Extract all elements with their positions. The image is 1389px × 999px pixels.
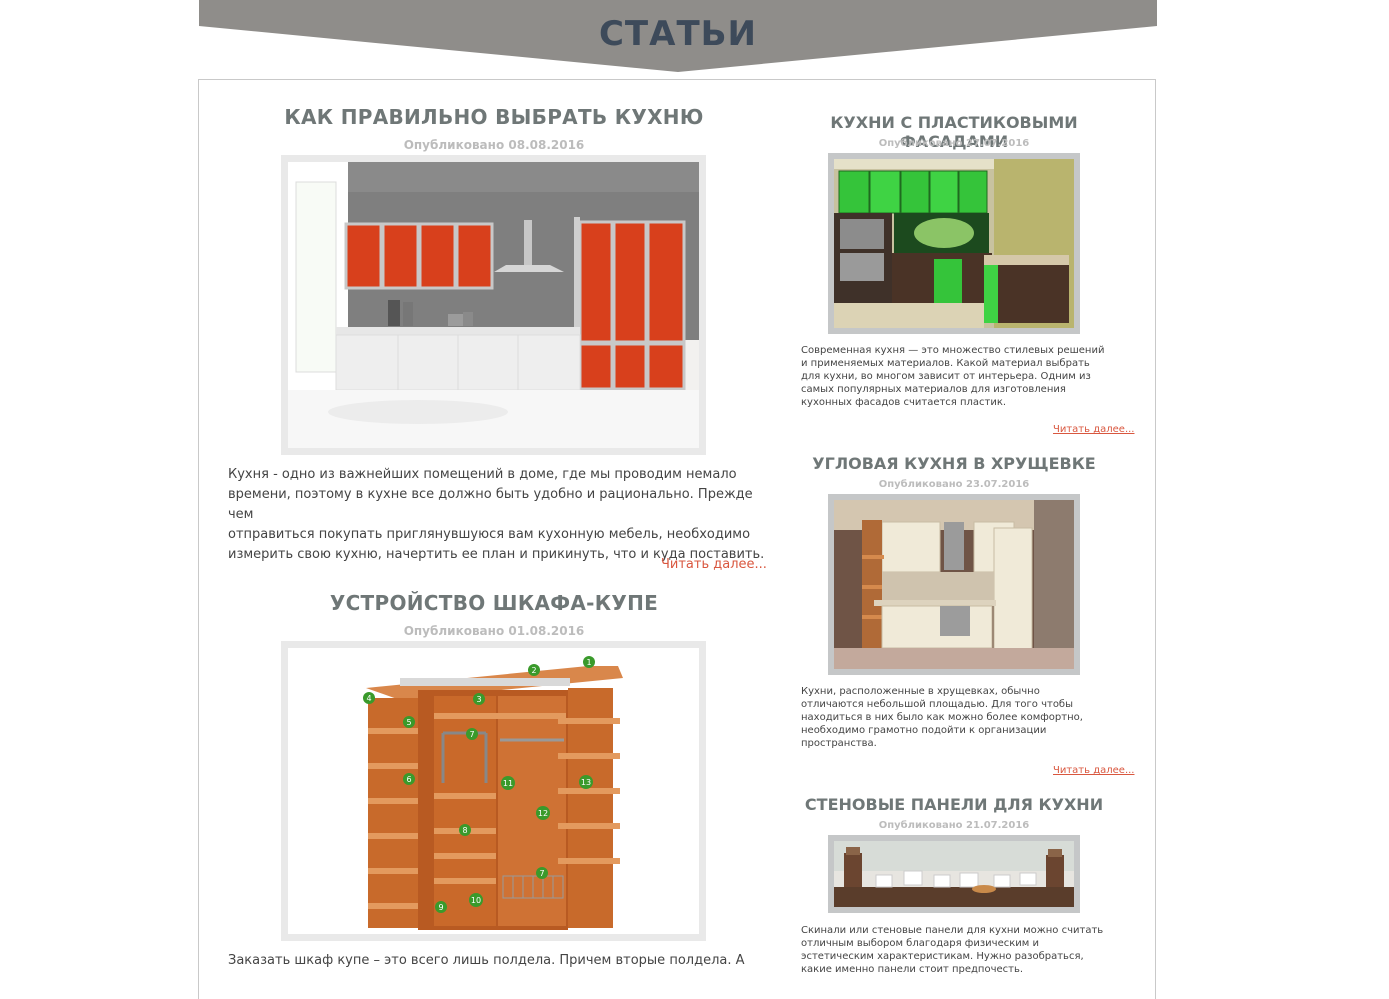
sidebar-article-date: Опубликовано 21.07.2016 (878, 820, 1030, 831)
sidebar-article-image[interactable] (828, 494, 1080, 675)
excerpt-line: Кухни, расположенные в хрущевках, обычно (801, 686, 1040, 697)
sidebar-article-excerpt: Кухни, расположенные в хрущевках, обычно… (801, 685, 1121, 750)
read-more-link[interactable]: Читать далее... (661, 557, 767, 572)
svg-text:7: 7 (469, 730, 474, 739)
article-title[interactable]: УСТРОЙСТВО ШКАФА-КУПЕ (228, 591, 760, 615)
excerpt-line: эстетическим характеристикам. Нужно разо… (801, 951, 1084, 962)
svg-text:9: 9 (438, 903, 443, 912)
excerpt-line: Заказать шкаф купе – это всего лишь полд… (228, 953, 745, 968)
sidebar-article-title[interactable]: СТЕНОВЫЕ ПАНЕЛИ ДЛЯ КУХНИ (780, 795, 1128, 814)
excerpt-line: Кухня - одно из важнейших помещений в до… (228, 467, 737, 482)
wardrobe-diagram: 1 2 3 4 5 6 7 7 8 9 10 11 12 13 (288, 648, 699, 934)
read-more-link[interactable]: Читать далее... (1053, 424, 1134, 435)
svg-text:12: 12 (538, 809, 548, 818)
green-kitchen-photo (834, 159, 1074, 328)
article-date: Опубликовано 08.08.2016 (403, 138, 585, 152)
corner-kitchen-photo (834, 500, 1074, 669)
sidebar-article-date: Опубликовано 27.07.2016 (878, 138, 1030, 149)
svg-text:8: 8 (462, 826, 467, 835)
excerpt-line: Скинали или стеновые панели для кухни мо… (801, 925, 1104, 936)
excerpt-line: и применяемых материалов. Какой материал… (801, 358, 1090, 369)
excerpt-line: отличаются небольшой площадью. Для того … (801, 699, 1073, 710)
article-excerpt: Кухня - одно из важнейших помещений в до… (228, 465, 768, 565)
excerpt-line: отличным выбором благодаря физическим и (801, 938, 1039, 949)
page-title: СТАТЬИ (598, 14, 758, 54)
svg-text:5: 5 (406, 718, 411, 727)
svg-text:13: 13 (581, 778, 591, 787)
coffee-panel-photo (834, 841, 1074, 907)
svg-text:6: 6 (406, 775, 411, 784)
excerpt-line: находиться в них было как можно более ко… (801, 712, 1083, 723)
svg-text:11: 11 (503, 779, 513, 788)
svg-text:4: 4 (366, 694, 371, 703)
sidebar-article-excerpt: Скинали или стеновые панели для кухни мо… (801, 924, 1121, 976)
excerpt-line: для кухни, во многом зависит от интерьер… (801, 371, 1091, 382)
svg-text:3: 3 (476, 695, 481, 704)
excerpt-line: пространства. (801, 738, 877, 749)
page-header-banner: СТАТЬИ (199, 0, 1157, 72)
excerpt-line: времени, поэтому в кухне все должно быть… (228, 487, 753, 522)
kitchen-photo (288, 162, 699, 448)
excerpt-line: какие именно панели стоит предпочесть. (801, 964, 1024, 975)
excerpt-line: необходимо грамотно подойти к организаци… (801, 725, 1047, 736)
excerpt-line: Современная кухня — это множество стилев… (801, 345, 1105, 356)
sidebar-article-image[interactable] (828, 153, 1080, 334)
excerpt-line: отправиться покупать приглянувшуюся вам … (228, 527, 751, 542)
excerpt-line: кухонных фасадов считается пластик. (801, 397, 1007, 408)
svg-text:1: 1 (586, 658, 591, 667)
svg-text:2: 2 (531, 666, 536, 675)
read-more-link[interactable]: Читать далее... (1053, 765, 1134, 776)
sidebar-article-image[interactable] (828, 835, 1080, 913)
article-excerpt: Заказать шкаф купе – это всего лишь полд… (228, 951, 768, 971)
article-title[interactable]: КАК ПРАВИЛЬНО ВЫБРАТЬ КУХНЮ (228, 105, 760, 129)
sidebar-article-excerpt: Современная кухня — это множество стилев… (801, 344, 1121, 409)
svg-text:10: 10 (471, 896, 481, 905)
article-image[interactable]: 1 2 3 4 5 6 7 7 8 9 10 11 12 13 (281, 641, 706, 941)
sidebar-article-title[interactable]: УГЛОВАЯ КУХНЯ В ХРУЩЕВКЕ (780, 454, 1128, 473)
excerpt-line: самых популярных материалов для изготовл… (801, 384, 1066, 395)
article-date: Опубликовано 01.08.2016 (403, 624, 585, 638)
svg-text:7: 7 (539, 869, 544, 878)
sidebar-article-date: Опубликовано 23.07.2016 (878, 479, 1030, 490)
article-image[interactable] (281, 155, 706, 455)
